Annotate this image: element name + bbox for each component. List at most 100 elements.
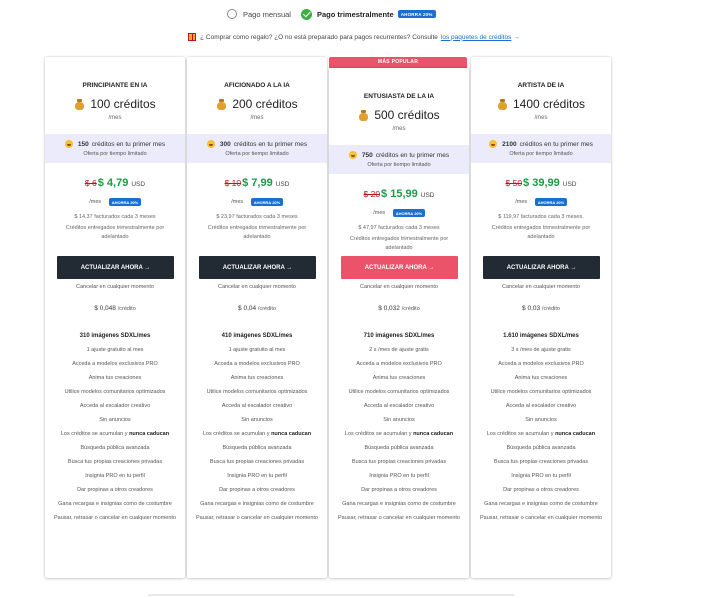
quarterly-delivery-note: Créditos entregados trimestralmente por … xyxy=(65,225,165,240)
feature-item: Sin anuncios xyxy=(99,417,131,423)
feature-item: Gana recargas e insignias como de costum… xyxy=(58,501,172,507)
money-bag-icon xyxy=(358,109,369,121)
quarterly-delivery-note: Créditos entregados trimestralmente por … xyxy=(491,225,591,240)
quarterly-delivery-note: Créditos entregados trimestralmente por … xyxy=(207,225,307,240)
feature-item: Insignia PRO en tu perfil xyxy=(227,473,287,479)
feature-item: Sin anuncios xyxy=(525,417,557,423)
currency-label: USD xyxy=(275,181,290,188)
credits-amount: 1400 créditos xyxy=(512,97,586,111)
feature-item: 2 s /mes de ajuste gratis xyxy=(369,347,429,353)
old-price: $ 20 xyxy=(363,189,381,199)
upgrade-now-button[interactable]: ACTUALIZAR AHORA → xyxy=(57,256,174,279)
smile-emoji-icon xyxy=(206,140,215,148)
pricing-card-2: AFICIONADO A LA IA 200 créditos /mes 300… xyxy=(187,57,327,578)
radio-unchecked-icon[interactable] xyxy=(227,9,237,19)
feature-item: Anima tus creaciones xyxy=(88,375,142,381)
feature-item: Búsqueda pública avanzada xyxy=(80,445,150,451)
save-badge: AHORRA 20% xyxy=(109,198,141,206)
bonus-offer: 150 créditos en tu primer mes Oferta por… xyxy=(45,134,185,163)
feature-item: Busca tus propias creaciones privadas xyxy=(351,459,447,465)
upgrade-now-button[interactable]: ACTUALIZAR AHORA → xyxy=(341,256,458,279)
save-badge: AHORRA 20% xyxy=(397,10,436,18)
page-bottom-divider xyxy=(148,594,514,596)
plan-credits: 500 créditos xyxy=(329,108,469,122)
per-credit-value: $ 0,04 xyxy=(238,305,257,312)
gift-icon xyxy=(188,33,197,41)
arrow-right-icon[interactable]: → xyxy=(513,34,520,41)
feature-item: Acceda a modelos exclusivos PRO xyxy=(498,361,584,367)
popular-banner: MÁS POPULAR xyxy=(329,57,467,68)
feature-item: Los créditos se acumulan y nunca caducan xyxy=(60,431,170,437)
pricing-card-4: ARTISTA DE IA 1400 créditos /mes 2100 cr… xyxy=(471,57,611,578)
per-month-row: /mes AHORRA 20% xyxy=(471,198,611,206)
feature-list: 310 imágenes SDXL/mes 1 ajuste gratuito a… xyxy=(51,333,179,529)
bonus-line: 750 créditos en tu primer mes xyxy=(329,151,469,159)
per-credit-value: $ 0,032 xyxy=(378,305,400,312)
bonus-amount: 150 xyxy=(77,140,89,148)
billing-option-quarterly[interactable]: Pago trimestralmente AHORRA 20% xyxy=(301,5,436,23)
feature-item: Utilice modelos comunitarios optimizados xyxy=(206,389,308,395)
bonus-offer: 300 créditos en tu primer mes Oferta por… xyxy=(187,134,327,163)
pricing-card-1: PRINCIPIANTE EN IA 100 créditos /mes 150… xyxy=(45,57,185,578)
feature-list: 410 imágenes SDXL/mes 1 ajuste gratuito a… xyxy=(193,333,321,529)
pricing-card-3: ENTUSIASTA DE LA IA 500 créditos /mes 75… xyxy=(329,68,469,578)
save-badge: AHORRA 20% xyxy=(535,198,567,206)
per-credit-unit: /crédito xyxy=(117,306,136,312)
feature-item: Gana recargas e insignias como de costum… xyxy=(484,501,598,507)
feature-item: Utilice modelos comunitarios optimizados xyxy=(64,389,166,395)
bonus-limited-offer: Oferta por tiempo limitado xyxy=(367,162,431,168)
check-circle-icon[interactable] xyxy=(301,8,312,20)
credits-amount: 200 créditos xyxy=(232,97,298,111)
bonus-text: créditos en tu primer mes xyxy=(375,151,450,159)
upgrade-now-button[interactable]: ACTUALIZAR AHORA → xyxy=(483,256,600,279)
bonus-line: 2100 créditos en tu primer mes xyxy=(471,140,611,148)
gift-notice: ¿ Comprar como regalo? ¿O no está prepar… xyxy=(0,31,708,43)
bonus-amount: 750 xyxy=(361,151,373,159)
money-bag-icon xyxy=(74,98,85,110)
old-price: $ 50 xyxy=(505,178,523,188)
cancel-anytime-text: Cancelar en cualquier momento xyxy=(218,284,296,290)
feature-item: Dar propinas a otros creadores xyxy=(219,487,295,493)
bonus-limited-offer: Oferta por tiempo limitado xyxy=(225,151,289,157)
credit-packs-link[interactable]: los paquetes de créditos xyxy=(441,34,511,41)
feature-item: Pausar, retrasar o cancelar en cualquier… xyxy=(196,515,318,521)
plan-credits: 1400 créditos xyxy=(471,97,611,111)
feature-item: Dar propinas a otros creadores xyxy=(361,487,437,493)
per-credit-unit: /crédito xyxy=(541,306,560,312)
feature-item: Acceda al escalador creativo xyxy=(505,403,577,409)
quarterly-delivery-note: Créditos entregados trimestralmente por … xyxy=(349,236,449,251)
currency-label: USD xyxy=(562,181,577,188)
feature-item: Dar propinas a otros creadores xyxy=(77,487,153,493)
bonus-amount: 2100 xyxy=(502,140,517,148)
new-price: $ 7,99 xyxy=(242,177,273,189)
price-row: $ 50 $ 39,99 USD xyxy=(471,177,611,189)
feature-item: Los créditos se acumulan y nunca caducan xyxy=(344,431,454,437)
credits-period: /mes xyxy=(108,115,122,121)
feature-item: Utilice modelos comunitarios optimizados xyxy=(490,389,592,395)
upgrade-now-button[interactable]: ACTUALIZAR AHORA → xyxy=(199,256,316,279)
currency-label: USD xyxy=(131,181,146,188)
price-per-credit: $ 0,048 /crédito xyxy=(45,305,185,312)
billing-option-monthly[interactable]: Pago mensual xyxy=(227,5,291,23)
per-month-label: /mes xyxy=(515,199,528,205)
billing-toggle: Pago mensual Pago trimestralmente AHORRA… xyxy=(0,5,708,23)
feature-item: Acceda a modelos exclusivos PRO xyxy=(214,361,300,367)
smile-emoji-icon xyxy=(348,151,357,159)
smile-emoji-icon xyxy=(64,140,73,148)
feature-item: Insignia PRO en tu perfil xyxy=(369,473,429,479)
plan-tier-name: PRINCIPIANTE EN IA xyxy=(82,82,148,89)
new-price: $ 4,79 xyxy=(97,177,129,189)
feature-item: Utilice modelos comunitarios optimizados xyxy=(348,389,450,395)
credits-period: /mes xyxy=(534,115,548,121)
plan-tier-name: ARTISTA DE IA xyxy=(517,82,565,89)
feature-item: Anima tus creaciones xyxy=(514,375,568,381)
price-row: $ 20 $ 15,99 USD xyxy=(329,188,469,200)
per-month-row: /mes AHORRA 20% xyxy=(329,209,469,217)
feature-item: Acceda al escalador creativo xyxy=(79,403,151,409)
feature-item: Gana recargas e insignias como de costum… xyxy=(342,501,456,507)
feature-item: Pausar, retrasar o cancelar en cualquier… xyxy=(54,515,176,521)
feature-item: Busca tus propias creaciones privadas xyxy=(493,459,589,465)
price-row: $ 10 $ 7,99 USD xyxy=(187,177,327,189)
billed-text: $ 47,97 facturados cada 3 meses xyxy=(358,225,440,231)
feature-item: 1.610 imágenes SDXL/mes xyxy=(503,333,579,339)
